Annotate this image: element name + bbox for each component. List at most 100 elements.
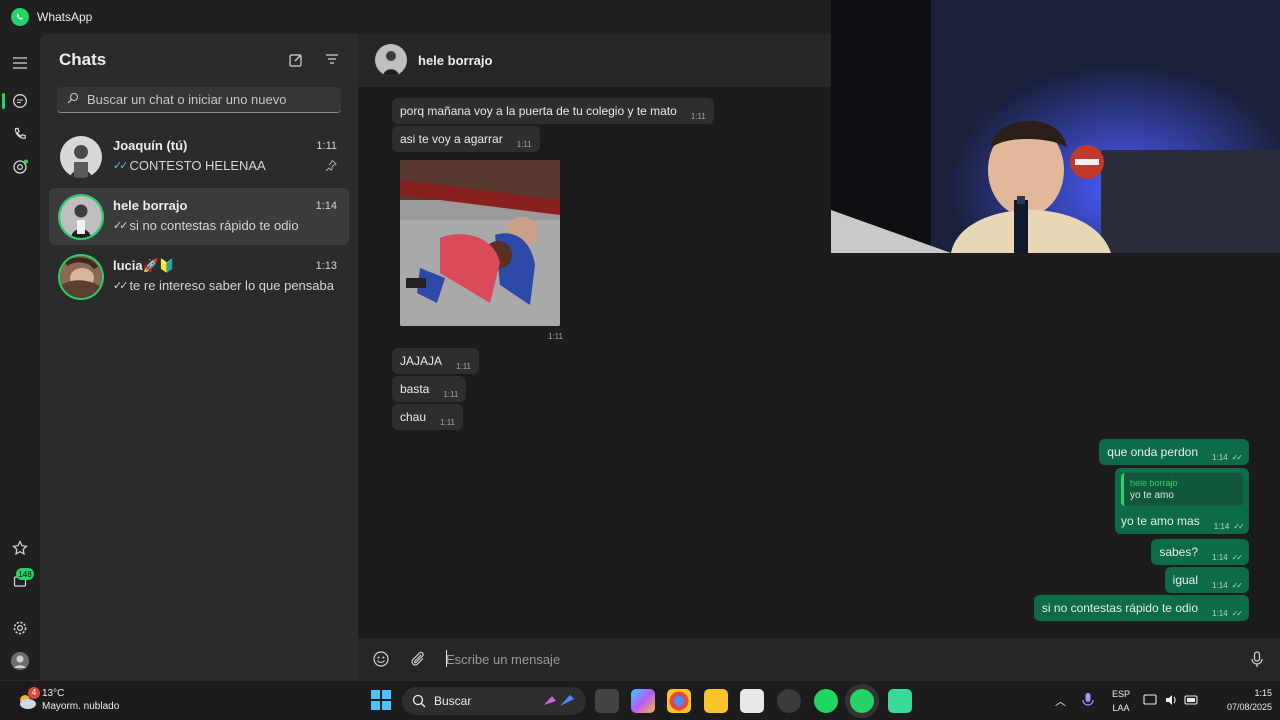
message-text: basta (400, 382, 430, 396)
keyboard-layout-label[interactable]: LAA (1108, 703, 1134, 713)
chat-name: hele borrajo (113, 198, 188, 213)
chat-preview-text: si no contestas rápido te odio (129, 218, 299, 233)
image-message[interactable] (400, 160, 560, 326)
chat-time: 1:11 (316, 140, 337, 152)
message-time: 1:14 (1212, 581, 1228, 590)
delivered-ticks-icon: ✓✓ (1231, 553, 1243, 562)
search-icon (412, 694, 426, 708)
message-text: sabes? (1159, 545, 1199, 559)
message-time: 1:14 (1213, 522, 1230, 531)
message-text: igual (1172, 573, 1199, 587)
chevron-up-icon[interactable]: ︿ (1055, 693, 1066, 709)
delivered-ticks-icon: ✓✓ (1231, 581, 1243, 590)
contact-avatar (60, 196, 102, 238)
chat-list-panel: Chats Buscar un chat o iniciar uno nuevo… (40, 34, 358, 680)
chat-list-item[interactable]: lucia🚀🔰 1:13 ✓✓ te re intereso saber lo … (49, 248, 349, 305)
contact-name: hele borrajo (418, 53, 493, 68)
task-view-icon[interactable] (595, 689, 619, 713)
taskbar-search-label: Buscar (434, 694, 472, 708)
search-placeholder: Buscar un chat o iniciar uno nuevo (87, 92, 287, 107)
outgoing-message[interactable]: igual 1:14 ✓✓ (1164, 567, 1249, 593)
incoming-message[interactable]: basta 1:11 (392, 376, 467, 402)
network-icon[interactable] (1143, 693, 1157, 712)
chat-time: 1:13 (315, 260, 337, 272)
message-time: 1:14 (1212, 609, 1228, 618)
message-time: 1:11 (456, 362, 471, 371)
weather-description: Mayorm. nublado (42, 701, 120, 712)
copilot-icon[interactable] (631, 689, 655, 713)
volume-icon[interactable] (1164, 693, 1178, 712)
settings-icon[interactable] (8, 616, 32, 640)
whatsapp-logo-icon (11, 8, 29, 26)
microphone-icon[interactable] (1248, 650, 1266, 668)
message-time: 1:11 (440, 418, 456, 427)
message-text: asi te voy a agarrar (400, 132, 503, 146)
webcam-overlay (831, 0, 1280, 253)
message-time: 1:11 (443, 390, 459, 399)
outgoing-message[interactable]: que onda perdon 1:14 ✓✓ (1099, 439, 1249, 465)
image-message-time: 1:11 (548, 332, 563, 341)
file-explorer-icon[interactable] (704, 689, 728, 713)
outgoing-message[interactable]: sabes? 1:14 ✓✓ (1151, 539, 1249, 565)
delivered-ticks-icon: ✓✓ (1231, 609, 1243, 618)
calls-nav-icon[interactable] (8, 122, 32, 146)
spotify-icon[interactable] (814, 689, 838, 713)
language-label[interactable]: ESP (1108, 689, 1134, 699)
quoted-message[interactable]: hele borrajo yo te amo (1121, 473, 1243, 506)
new-chat-icon[interactable] (288, 52, 306, 70)
quoted-text: yo te amo (1130, 490, 1174, 501)
outgoing-reply-message[interactable]: hele borrajo yo te amo yo te amo mas 1:14… (1115, 468, 1249, 534)
whatsapp-taskbar-icon[interactable] (850, 689, 874, 713)
chrome-icon[interactable] (667, 689, 691, 713)
chat-preview-text: te re intereso saber lo que pensaba (129, 278, 334, 293)
message-input[interactable] (446, 649, 1146, 669)
store-icon[interactable] (740, 689, 764, 713)
starred-icon[interactable] (8, 536, 32, 560)
delivered-ticks-icon: ✓✓ (113, 280, 129, 292)
incoming-message[interactable]: chau 1:11 (392, 404, 464, 430)
incoming-message[interactable]: asi te voy a agarrar 1:11 (392, 126, 540, 152)
message-time: 1:11 (690, 112, 706, 121)
message-text: si no contestas rápido te odio (1041, 601, 1199, 615)
read-ticks-icon: ✓✓ (113, 160, 129, 172)
battery-icon[interactable] (1184, 693, 1200, 712)
contact-avatar[interactable] (375, 44, 407, 76)
message-time: 1:11 (516, 140, 532, 149)
chat-list-item-selected[interactable]: hele borrajo 1:14 ✓✓ si no contestas ráp… (49, 188, 349, 245)
search-icon (67, 91, 79, 109)
message-text: porq mañana voy a la puerta de tu colegi… (400, 104, 677, 118)
chats-nav-icon[interactable] (2, 89, 32, 113)
outgoing-message[interactable]: si no contestas rápido te odio 1:14 ✓✓ (1033, 595, 1249, 621)
chat-name: Joaquín (tú) (113, 138, 188, 153)
chats-title: Chats (59, 50, 107, 69)
message-text: chau (400, 410, 427, 424)
taskbar: 4 13°C Mayorm. nublado Buscar ︿ ESP LAA … (0, 680, 1280, 720)
emoji-icon[interactable] (372, 650, 390, 668)
microphone-icon[interactable] (1082, 692, 1094, 713)
search-highlight-icon (544, 695, 574, 706)
status-nav-icon[interactable] (8, 155, 32, 179)
chat-list-item[interactable]: Joaquín (tú) 1:11 ✓✓ CONTESTO HELENAA (49, 128, 349, 185)
clock-time[interactable]: 1:15 (1206, 688, 1272, 698)
profile-avatar[interactable] (8, 649, 32, 673)
incoming-message[interactable]: JAJAJA 1:11 (392, 348, 479, 374)
delivered-ticks-icon: ✓✓ (1231, 453, 1243, 462)
taskbar-search[interactable]: Buscar (402, 687, 586, 715)
delivered-ticks-icon: ✓✓ (1233, 522, 1244, 531)
chat-preview: ✓✓ CONTESTO HELENAA (113, 158, 266, 173)
quoted-sender: hele borrajo (1130, 478, 1178, 488)
menu-icon[interactable] (8, 51, 32, 75)
chat-name: lucia🚀🔰 (113, 258, 175, 273)
chat-search-field[interactable]: Buscar un chat o iniciar uno nuevo (57, 87, 341, 113)
message-composer (358, 638, 1280, 680)
incoming-message[interactable]: porq mañana voy a la puerta de tu colegi… (392, 98, 714, 124)
start-icon[interactable] (370, 689, 394, 713)
app-icon-2[interactable] (888, 689, 912, 713)
attach-icon[interactable] (409, 650, 427, 668)
chat-preview: ✓✓ te re intereso saber lo que pensaba (113, 278, 334, 293)
archive-icon[interactable]: 148 (8, 568, 34, 592)
app-icon[interactable] (777, 689, 801, 713)
filter-icon[interactable] (325, 52, 343, 70)
delivered-ticks-icon: ✓✓ (113, 220, 129, 232)
clock-date[interactable]: 07/08/2025 (1206, 702, 1272, 712)
